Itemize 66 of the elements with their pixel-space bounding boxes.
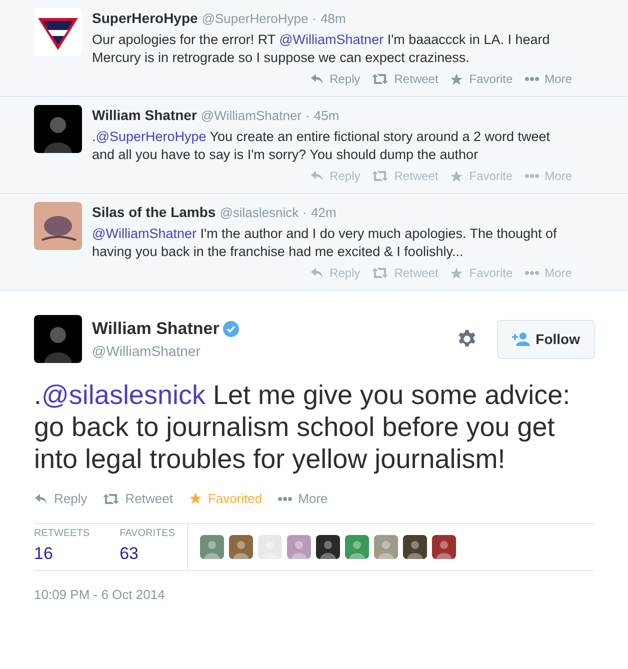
reply-icon (310, 73, 324, 85)
avatar[interactable] (432, 534, 456, 558)
separator-dot: · (306, 107, 310, 125)
separator-dot: · (312, 10, 317, 28)
mention-link[interactable]: @WilliamShatner (279, 32, 384, 47)
more-button[interactable]: More (524, 264, 572, 282)
logo-icon[interactable] (34, 8, 82, 56)
author-handle[interactable]: @SuperHeroHype (202, 9, 308, 28)
retweet-icon (372, 73, 388, 85)
star-icon (188, 492, 202, 506)
retweet-button[interactable]: Retweet (372, 70, 438, 88)
reply-button[interactable]: Reply (310, 264, 360, 282)
favorite-button[interactable]: Favorite (450, 264, 513, 282)
retweet-icon (372, 170, 388, 182)
retweet-icon (372, 267, 388, 279)
tweet-text: @WilliamShatner I'm the author and I do very much apologies. The thought of having you back in the franchise had me excited & I foolishly... (92, 225, 558, 261)
add-user-icon (512, 332, 530, 346)
star-icon (450, 266, 464, 280)
reply-button[interactable]: Reply (34, 489, 88, 508)
author-name[interactable]: William Shatner (92, 105, 197, 126)
tweet-time[interactable]: 48m (320, 9, 346, 28)
reply-button[interactable]: Reply (310, 70, 360, 88)
more-icon (524, 174, 539, 178)
tweet-time[interactable]: 45m (314, 106, 340, 126)
separator-dot: · (302, 204, 307, 222)
retweet-button[interactable]: Retweet (103, 489, 173, 508)
follow-button[interactable]: Follow (496, 320, 595, 358)
tweet-text: Our apologies for the error! RT @WilliamShatner I'm baaaccck in LA. I heard Mercury is in retrograde so I suppose we can expect craziness. (92, 31, 551, 67)
retweet-button[interactable]: Retweet (372, 264, 438, 282)
more-button[interactable]: More (278, 489, 328, 508)
more-icon (278, 496, 292, 501)
favorite-button[interactable]: Favorited (188, 489, 262, 508)
author-name[interactable]: Silas of the Lambs (92, 202, 216, 223)
mention-link[interactable]: @WilliamShatner (92, 226, 196, 241)
stat-label: FAVORITES (120, 527, 175, 542)
avatar[interactable] (316, 534, 340, 558)
stat-count[interactable]: 16 (34, 541, 90, 567)
stat-label: RETWEETS (34, 527, 90, 542)
more-icon (524, 271, 539, 275)
stat-count[interactable]: 63 (120, 541, 175, 567)
retweet-icon (103, 492, 120, 505)
reply-button[interactable]: Reply (310, 167, 360, 185)
reply-icon (34, 492, 48, 505)
tweet-text: .@silaslesnick Let me give you some advice: go back to journalism school before you get into legal troubles for yellow journalism! (34, 379, 572, 475)
more-button[interactable]: More (524, 167, 572, 185)
avatar[interactable] (402, 534, 427, 558)
star-icon (450, 72, 464, 86)
mention-link[interactable]: @silaslesnick (42, 380, 206, 410)
reply-icon (310, 170, 324, 182)
more-icon (524, 77, 539, 81)
author-handle[interactable]: @WilliamShatner (200, 106, 302, 126)
more-button[interactable]: More (524, 70, 572, 88)
favorite-button[interactable]: Favorite (450, 70, 513, 88)
retweet-button[interactable]: Retweet (372, 167, 438, 185)
favorite-button[interactable]: Favorite (450, 167, 513, 185)
author-handle[interactable]: @WilliamShatner (92, 341, 457, 362)
star-icon (450, 170, 464, 182)
mention-link[interactable]: @SuperHeroHype (96, 129, 206, 144)
tweet-time[interactable]: 42m (311, 203, 336, 222)
author-name[interactable]: William Shatner (92, 316, 220, 342)
author-name[interactable]: SuperHeroHype (92, 8, 198, 29)
author-handle[interactable]: @silaslesnick (220, 203, 299, 222)
settings-icon[interactable] (456, 329, 477, 349)
tweet-text: .@SuperHeroHype You create an entire fictional story around a 2 word tweet and all you have to say is I'm sorry? You should dump the author (92, 128, 551, 164)
tweet-timestamp: 10:09 PM - 6 Oct 2014 (34, 586, 166, 604)
reply-icon (310, 267, 324, 279)
